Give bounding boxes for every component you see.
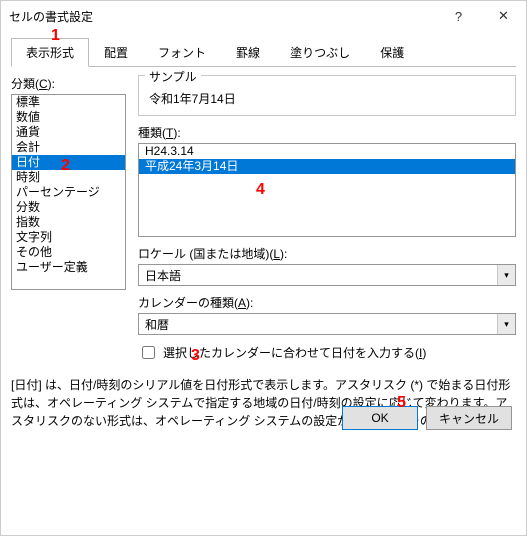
category-item-special[interactable]: その他 <box>12 245 125 260</box>
category-item-general[interactable]: 標準 <box>12 95 125 110</box>
locale-input[interactable] <box>138 264 516 286</box>
calendar-type-combo[interactable]: ▾ <box>138 313 516 335</box>
tab-fill[interactable]: 塗りつぶし <box>275 38 365 67</box>
window-controls: ? ✕ <box>436 1 526 31</box>
dialog-buttons: OK キャンセル <box>342 406 512 430</box>
sample-legend: サンプル <box>145 68 201 85</box>
sample-value: 令和1年7月14日 <box>149 90 505 107</box>
calendar-type-input[interactable] <box>138 313 516 335</box>
sample-box: サンプル 令和1年7月14日 <box>138 75 516 116</box>
input-dates-checkbox-label: 選択したカレンダーに合わせて日付を入力する(I) <box>163 344 426 361</box>
help-button[interactable]: ? <box>436 1 481 31</box>
chevron-down-icon[interactable]: ▾ <box>497 265 515 285</box>
category-item-custom[interactable]: ユーザー定義 <box>12 260 125 275</box>
type-label: 種類(T): <box>138 124 516 141</box>
content-columns: 分類(C): 標準 数値 通貨 会計 日付 時刻 パーセンテージ 分数 指数 文… <box>11 75 516 362</box>
close-button[interactable]: ✕ <box>481 1 526 31</box>
locale-label: ロケール (国または地域)(L): <box>138 245 516 262</box>
category-item-percentage[interactable]: パーセンテージ <box>12 185 125 200</box>
locale-combo[interactable]: ▾ <box>138 264 516 286</box>
category-item-currency[interactable]: 通貨 <box>12 125 125 140</box>
chevron-down-icon[interactable]: ▾ <box>497 314 515 334</box>
category-item-time[interactable]: 時刻 <box>12 170 125 185</box>
category-item-scientific[interactable]: 指数 <box>12 215 125 230</box>
detail-column: サンプル 令和1年7月14日 種類(T): H24.3.14 平成24年3月14… <box>138 75 516 362</box>
category-item-fraction[interactable]: 分数 <box>12 200 125 215</box>
tab-protection[interactable]: 保護 <box>365 38 419 67</box>
format-cells-dialog: セルの書式設定 ? ✕ 1 2 3 4 5 表示形式 配置 フォント 罫線 塗り… <box>0 0 527 536</box>
category-item-accounting[interactable]: 会計 <box>12 140 125 155</box>
category-label: 分類(C): <box>11 75 126 92</box>
dialog-body: 1 2 3 4 5 表示形式 配置 フォント 罫線 塗りつぶし 保護 分類(C)… <box>1 31 526 440</box>
ok-button[interactable]: OK <box>342 406 418 430</box>
tab-font[interactable]: フォント <box>143 38 221 67</box>
category-item-date[interactable]: 日付 <box>12 155 125 170</box>
type-item-long[interactable]: 平成24年3月14日 <box>139 159 515 174</box>
category-item-text[interactable]: 文字列 <box>12 230 125 245</box>
input-dates-checkbox-box[interactable] <box>142 346 155 359</box>
calendar-type-label: カレンダーの種類(A): <box>138 294 516 311</box>
window-title: セルの書式設定 <box>9 8 93 25</box>
category-listbox[interactable]: 標準 数値 通貨 会計 日付 時刻 パーセンテージ 分数 指数 文字列 その他 … <box>11 94 126 290</box>
tab-strip: 表示形式 配置 フォント 罫線 塗りつぶし 保護 <box>11 37 516 67</box>
tab-number-format[interactable]: 表示形式 <box>11 38 89 67</box>
tab-alignment[interactable]: 配置 <box>89 38 143 67</box>
cancel-button[interactable]: キャンセル <box>426 406 512 430</box>
type-listbox[interactable]: H24.3.14 平成24年3月14日 <box>138 143 516 237</box>
category-item-number[interactable]: 数値 <box>12 110 125 125</box>
category-column: 分類(C): 標準 数値 通貨 会計 日付 時刻 パーセンテージ 分数 指数 文… <box>11 75 126 362</box>
titlebar: セルの書式設定 ? ✕ <box>1 1 526 31</box>
tab-border[interactable]: 罫線 <box>221 38 275 67</box>
type-item-short[interactable]: H24.3.14 <box>139 144 515 159</box>
input-dates-checkbox[interactable]: 選択したカレンダーに合わせて日付を入力する(I) <box>138 343 516 362</box>
